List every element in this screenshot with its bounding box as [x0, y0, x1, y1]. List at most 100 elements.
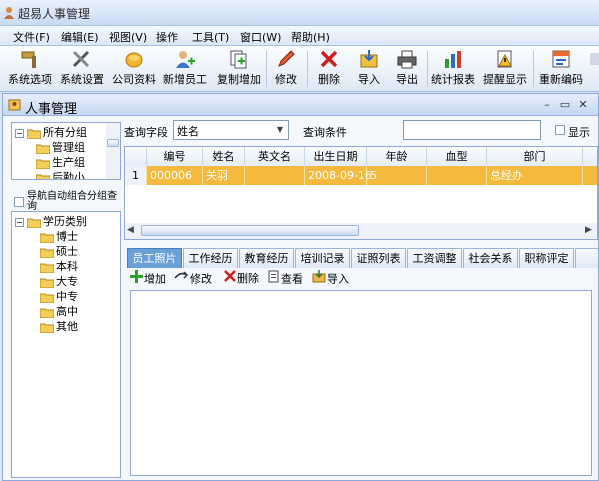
- grid-hscrollbar[interactable]: ◀ ▶: [125, 223, 597, 239]
- grid-header-cell[interactable]: 英文名: [245, 147, 305, 166]
- cell-department: 总经办: [487, 166, 583, 185]
- copy-add-icon: [230, 50, 247, 69]
- hammer-icon: [21, 51, 36, 68]
- import-button[interactable]: 导入: [352, 47, 386, 90]
- collapse-toggle-icon[interactable]: −: [15, 217, 24, 227]
- menu-window[interactable]: 窗口(W): [240, 29, 281, 45]
- cell-name: 关羽: [203, 166, 245, 185]
- delete-x-icon: [320, 50, 338, 68]
- tree-root-all-groups[interactable]: − 所有分组: [15, 125, 87, 140]
- scroll-right-icon[interactable]: ▶: [585, 225, 592, 235]
- renumber-button[interactable]: 重新编码: [536, 47, 586, 90]
- cell-age: 5: [367, 166, 427, 185]
- window-close-button[interactable]: ✕: [576, 98, 590, 112]
- add-user-icon: [176, 51, 195, 68]
- window-title: 人事管理: [25, 102, 78, 117]
- tab-certificates[interactable]: 证照列表: [351, 248, 406, 268]
- folder-icon: [40, 293, 54, 303]
- detail-tabs: 员工照片 工作经历 教育经历 培训记录 证照列表 工资调整 社会关系 职称评定: [126, 248, 598, 268]
- tab-social-relations[interactable]: 社会关系: [463, 248, 518, 268]
- tab-salary-adjustment[interactable]: 工资调整: [407, 248, 462, 268]
- menu-help[interactable]: 帮助(H): [291, 29, 330, 45]
- copy-add-button[interactable]: 复制增加: [214, 47, 264, 90]
- add-photo-button[interactable]: 增加: [130, 270, 166, 288]
- coin-icon: [125, 52, 143, 68]
- grid-header-cell[interactable]: 年龄: [367, 147, 427, 166]
- tree-scrollbar-thumb[interactable]: [107, 139, 119, 147]
- collapse-toggle-icon[interactable]: −: [15, 128, 24, 138]
- query-field-select[interactable]: 姓名 ▼: [173, 120, 289, 140]
- employee-photo-area: [130, 290, 592, 476]
- app-titlebar: 超易人事管理: [0, 0, 599, 26]
- add-employee-button[interactable]: 新增员工: [161, 47, 209, 90]
- nav-auto-group-checkbox[interactable]: [14, 197, 24, 207]
- education-tree: − 学历类别 博士 硕士 本科 大专 中专 高中 其他: [11, 211, 121, 478]
- view-photo-button[interactable]: 查看: [268, 270, 303, 288]
- cell-english-name: [245, 166, 305, 185]
- reminder-button[interactable]: 提醒显示: [481, 47, 529, 90]
- show-checkbox[interactable]: [555, 125, 565, 135]
- delete-photo-button[interactable]: 删除: [224, 270, 259, 288]
- grid-header-cell[interactable]: 编号: [147, 147, 203, 166]
- tree-item-education[interactable]: 大专: [40, 274, 78, 289]
- edit-photo-button[interactable]: 修改: [174, 270, 212, 288]
- tree-item-group[interactable]: 后勤小: [36, 170, 85, 179]
- tree-item-education[interactable]: 本科: [40, 259, 78, 274]
- system-options-button[interactable]: 系统选项: [4, 47, 56, 90]
- toolbar-separator: [266, 51, 267, 87]
- detail-subtoolbar: 增加 修改 删除 查看 导入: [126, 268, 598, 288]
- tree-item-group[interactable]: 管理组: [36, 140, 85, 155]
- folder-icon: [40, 278, 54, 288]
- tree-root-education[interactable]: − 学历类别: [15, 214, 87, 229]
- tree-item-education[interactable]: 博士: [40, 229, 78, 244]
- query-condition-input[interactable]: [403, 120, 541, 140]
- grid-header-cell[interactable]: 出生日期: [305, 147, 367, 166]
- delete-button[interactable]: 删除: [312, 47, 346, 90]
- row-index: 1: [125, 166, 147, 185]
- tab-training-records[interactable]: 培训记录: [295, 248, 350, 268]
- printer-icon: [397, 50, 417, 69]
- menu-edit[interactable]: 编辑(E): [61, 29, 99, 45]
- overflow-icon: [590, 53, 599, 65]
- window-icon: [8, 99, 21, 111]
- grid-header-cell[interactable]: 血型: [427, 147, 487, 166]
- folder-icon: [40, 308, 54, 318]
- import-photo-button[interactable]: 导入: [312, 270, 349, 288]
- company-info-button[interactable]: 公司资料: [110, 47, 158, 90]
- menu-view[interactable]: 视图(V): [109, 29, 147, 45]
- window-minimize-button[interactable]: –: [540, 98, 554, 112]
- tab-title-evaluation[interactable]: 职称评定: [519, 248, 574, 268]
- tools-icon: [72, 50, 90, 68]
- stats-report-button[interactable]: 统计报表: [430, 47, 476, 90]
- menu-file[interactable]: 文件(F): [13, 29, 50, 45]
- chevron-down-icon[interactable]: ▼: [272, 122, 288, 138]
- toolbar: 系统选项 系统设置 公司资料 新增员工 复制增加 修改 删除 导入 导出 统计报…: [0, 46, 599, 92]
- tree-item-education[interactable]: 高中: [40, 304, 78, 319]
- table-row[interactable]: 1 000006 关羽 2008-09-16 5 总经办: [125, 166, 597, 185]
- tab-education-history[interactable]: 教育经历: [239, 248, 294, 268]
- export-button[interactable]: 导出: [390, 47, 424, 90]
- grid-header-cell[interactable]: 姓名: [203, 147, 245, 166]
- menu-tools[interactable]: 工具(T): [192, 29, 229, 45]
- menu-operate[interactable]: 操作: [156, 29, 178, 45]
- scroll-left-icon[interactable]: ◀: [127, 225, 134, 235]
- grid-hscrollbar-thumb[interactable]: [141, 225, 359, 236]
- toolbar-separator: [307, 51, 308, 87]
- tab-work-history[interactable]: 工作经历: [183, 248, 238, 268]
- edit-icon: [174, 271, 189, 279]
- pencil-icon: [278, 50, 295, 67]
- modify-button[interactable]: 修改: [270, 47, 302, 90]
- tree-item-education[interactable]: 硕士: [40, 244, 78, 259]
- toolbar-overflow-button[interactable]: [590, 47, 599, 90]
- tree-item-education[interactable]: 其他: [40, 319, 78, 334]
- window-restore-button[interactable]: ▭: [558, 98, 572, 112]
- tab-employee-photo[interactable]: 员工照片: [127, 248, 182, 268]
- tab-more[interactable]: [575, 248, 598, 268]
- tree-scrollbar[interactable]: [106, 123, 120, 179]
- folder-icon: [40, 233, 54, 243]
- system-settings-button[interactable]: 系统设置: [58, 47, 106, 90]
- tree-item-education[interactable]: 中专: [40, 289, 78, 304]
- tree-item-group[interactable]: 生产组: [36, 155, 85, 170]
- show-label: 显示: [568, 126, 590, 139]
- grid-header-cell[interactable]: 部门: [487, 147, 583, 166]
